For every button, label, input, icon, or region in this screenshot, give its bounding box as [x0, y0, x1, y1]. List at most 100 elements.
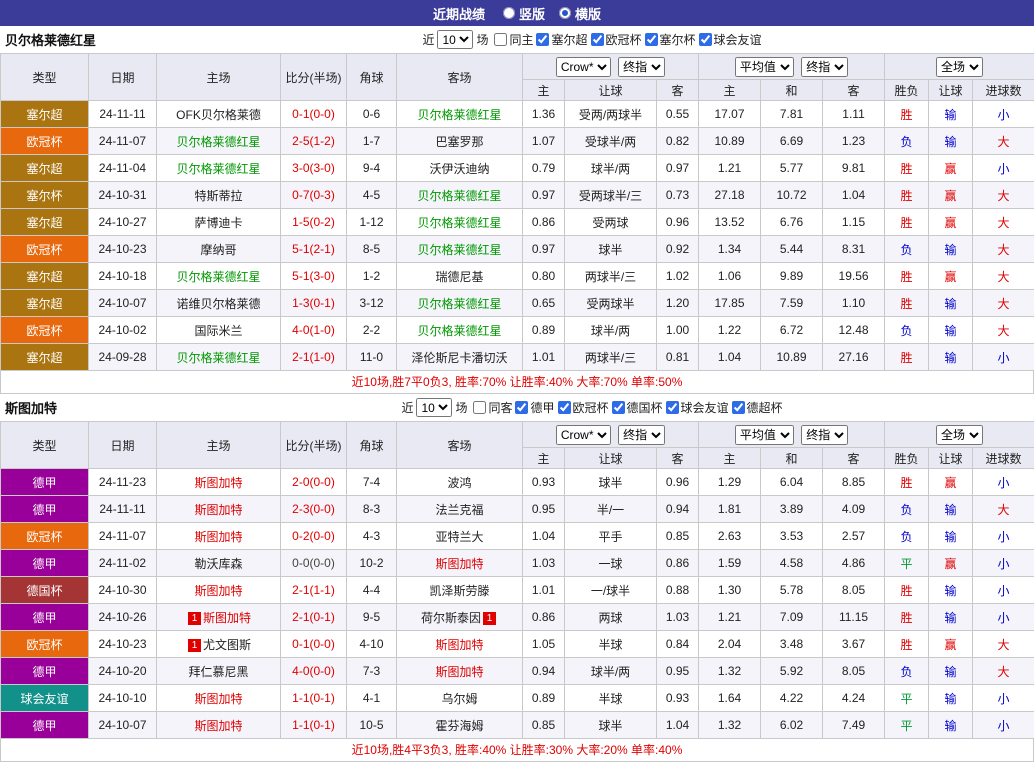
league-type: 欧冠杯 [1, 128, 89, 155]
odds-provider-select[interactable]: Crow* [556, 425, 611, 445]
result-wdl: 负 [885, 523, 929, 550]
team-name: 贝尔格莱德红星 [417, 189, 501, 203]
result-goals: 小 [973, 685, 1034, 712]
avg-draw-odds: 6.04 [761, 469, 823, 496]
handicap-line: 受球半/两 [565, 128, 657, 155]
avg-stage-select[interactable]: 终指 [801, 425, 848, 445]
match-score: 5-1(3-0) [281, 263, 347, 290]
corner-score: 0-6 [347, 101, 397, 128]
match-row: 德甲24-11-11斯图加特2-3(0-0)8-3法兰克福0.95半/一0.94… [1, 496, 1034, 523]
match-row: 德甲24-11-23斯图加特2-0(0-0)7-4波鸿0.93球半0.961.2… [1, 469, 1034, 496]
asian-home-odds: 0.85 [523, 712, 565, 739]
result-handicap: 赢 [929, 550, 973, 577]
avg-stage-select[interactable]: 终指 [801, 57, 848, 77]
odds-provider-select[interactable]: Crow* [556, 57, 611, 77]
league-filter-checkbox[interactable] [591, 33, 604, 46]
result-wdl: 胜 [885, 263, 929, 290]
asian-away-odds: 0.97 [657, 155, 699, 182]
team-name: 斯图加特 [194, 692, 242, 706]
match-score: 2-3(0-0) [281, 496, 347, 523]
league-filter-德甲[interactable]: 德甲 [515, 399, 554, 416]
layout-radio-horizontal[interactable]: 横版 [559, 4, 601, 23]
avg-away-odds: 3.67 [823, 631, 885, 658]
avg-home-odds: 2.04 [699, 631, 761, 658]
match-row: 塞尔超24-11-04贝尔格莱德红星3-0(3-0)9-4沃伊沃迪纳0.79球半… [1, 155, 1034, 182]
avg-home-odds: 1.34 [699, 236, 761, 263]
league-filter-同客[interactable]: 同客 [473, 399, 512, 416]
corner-score: 7-4 [347, 469, 397, 496]
asian-home-odds: 1.03 [523, 550, 565, 577]
avg-away-odds: 1.10 [823, 290, 885, 317]
home-team: 贝尔格莱德红星 [157, 263, 281, 290]
recent-count-select[interactable]: 10 [416, 398, 452, 417]
league-filter-欧冠杯[interactable]: 欧冠杯 [558, 399, 609, 416]
league-filter-checkbox[interactable] [612, 401, 625, 414]
match-score: 0-7(0-3) [281, 182, 347, 209]
red-card-badge: 1 [188, 639, 201, 652]
layout-radio-vertical[interactable]: 竖版 [503, 4, 545, 23]
result-wdl: 胜 [885, 631, 929, 658]
league-filter-checkbox[interactable] [473, 401, 486, 414]
scope-select[interactable]: 全场 [936, 425, 983, 445]
league-filter-checkbox[interactable] [699, 33, 712, 46]
match-score: 5-1(2-1) [281, 236, 347, 263]
asian-home-odds: 0.80 [523, 263, 565, 290]
match-row: 德国杯24-10-30斯图加特2-1(1-1)4-4凯泽斯劳滕1.01一/球半0… [1, 577, 1034, 604]
team-name: 沃伊沃迪纳 [429, 162, 489, 176]
handicap-line: 两球半/三 [565, 263, 657, 290]
match-date: 24-11-02 [89, 550, 157, 577]
league-filter-checkbox[interactable] [494, 33, 507, 46]
team-name: 拜仁慕尼黑 [188, 665, 248, 679]
recent-count-select[interactable]: 10 [437, 30, 473, 49]
team-name: 亚特兰大 [435, 530, 483, 544]
result-wdl: 胜 [885, 155, 929, 182]
asian-home-odds: 0.97 [523, 236, 565, 263]
away-team: 贝尔格莱德红星 [397, 236, 523, 263]
record-summary: 近10场,胜4平3负3, 胜率:40% 让胜率:30% 大率:20% 单率:40… [0, 739, 1034, 762]
avg-provider-select[interactable]: 平均值 [735, 425, 794, 445]
col-header-score: 比分(半场) [281, 422, 347, 469]
team-name: 斯图加特 [435, 557, 483, 571]
handicap-line: 球半 [565, 712, 657, 739]
asian-away-odds: 0.82 [657, 128, 699, 155]
league-filter-塞尔杯[interactable]: 塞尔杯 [645, 31, 696, 48]
league-filter-checkbox[interactable] [666, 401, 679, 414]
league-filter-德国杯[interactable]: 德国杯 [612, 399, 663, 416]
matches-table: 类型 日期 主场 比分(半场) 角球 客场 Crow* 终指 平均值 终指 [0, 421, 1034, 739]
handicap-line: 球半/两 [565, 155, 657, 182]
avg-provider-select[interactable]: 平均值 [735, 57, 794, 77]
home-team: 萨博迪卡 [157, 209, 281, 236]
match-date: 24-10-30 [89, 577, 157, 604]
avg-away-odds: 8.31 [823, 236, 885, 263]
avg-home-odds: 1.22 [699, 317, 761, 344]
home-team: 贝尔格莱德红星 [157, 155, 281, 182]
league-filter-checkbox[interactable] [645, 33, 658, 46]
scope-select[interactable]: 全场 [936, 57, 983, 77]
team-name: 泽伦斯尼卡潘切沃 [411, 351, 507, 365]
league-filter-checkbox[interactable] [536, 33, 549, 46]
league-type: 塞尔超 [1, 290, 89, 317]
red-card-badge: 1 [483, 612, 496, 625]
avg-away-odds: 4.09 [823, 496, 885, 523]
league-filter-同主[interactable]: 同主 [494, 31, 533, 48]
league-filter-checkbox[interactable] [732, 401, 745, 414]
league-filter-欧冠杯[interactable]: 欧冠杯 [591, 31, 642, 48]
league-filter-球会友谊[interactable]: 球会友谊 [699, 31, 762, 48]
col-header-handicap-result: 让球 [929, 448, 973, 469]
odds-stage-select[interactable]: 终指 [618, 57, 665, 77]
filter-games-label: 场 [455, 399, 467, 416]
league-filter-德超杯[interactable]: 德超杯 [732, 399, 783, 416]
match-row: 塞尔杯24-10-31特斯蒂拉0-7(0-3)4-5贝尔格莱德红星0.97受两球… [1, 182, 1034, 209]
league-filter-label: 塞尔杯 [660, 31, 696, 48]
league-filter-checkbox[interactable] [515, 401, 528, 414]
match-date: 24-10-23 [89, 631, 157, 658]
odds-stage-select[interactable]: 终指 [618, 425, 665, 445]
league-filter-塞尔超[interactable]: 塞尔超 [536, 31, 587, 48]
league-filter-球会友谊[interactable]: 球会友谊 [666, 399, 729, 416]
home-team: 1尤文图斯 [157, 631, 281, 658]
league-filter-checkbox[interactable] [558, 401, 571, 414]
team-name: 斯图加特 [203, 611, 251, 625]
result-handicap: 赢 [929, 155, 973, 182]
avg-away-odds: 4.86 [823, 550, 885, 577]
result-scope-header: 全场 [885, 422, 1034, 448]
